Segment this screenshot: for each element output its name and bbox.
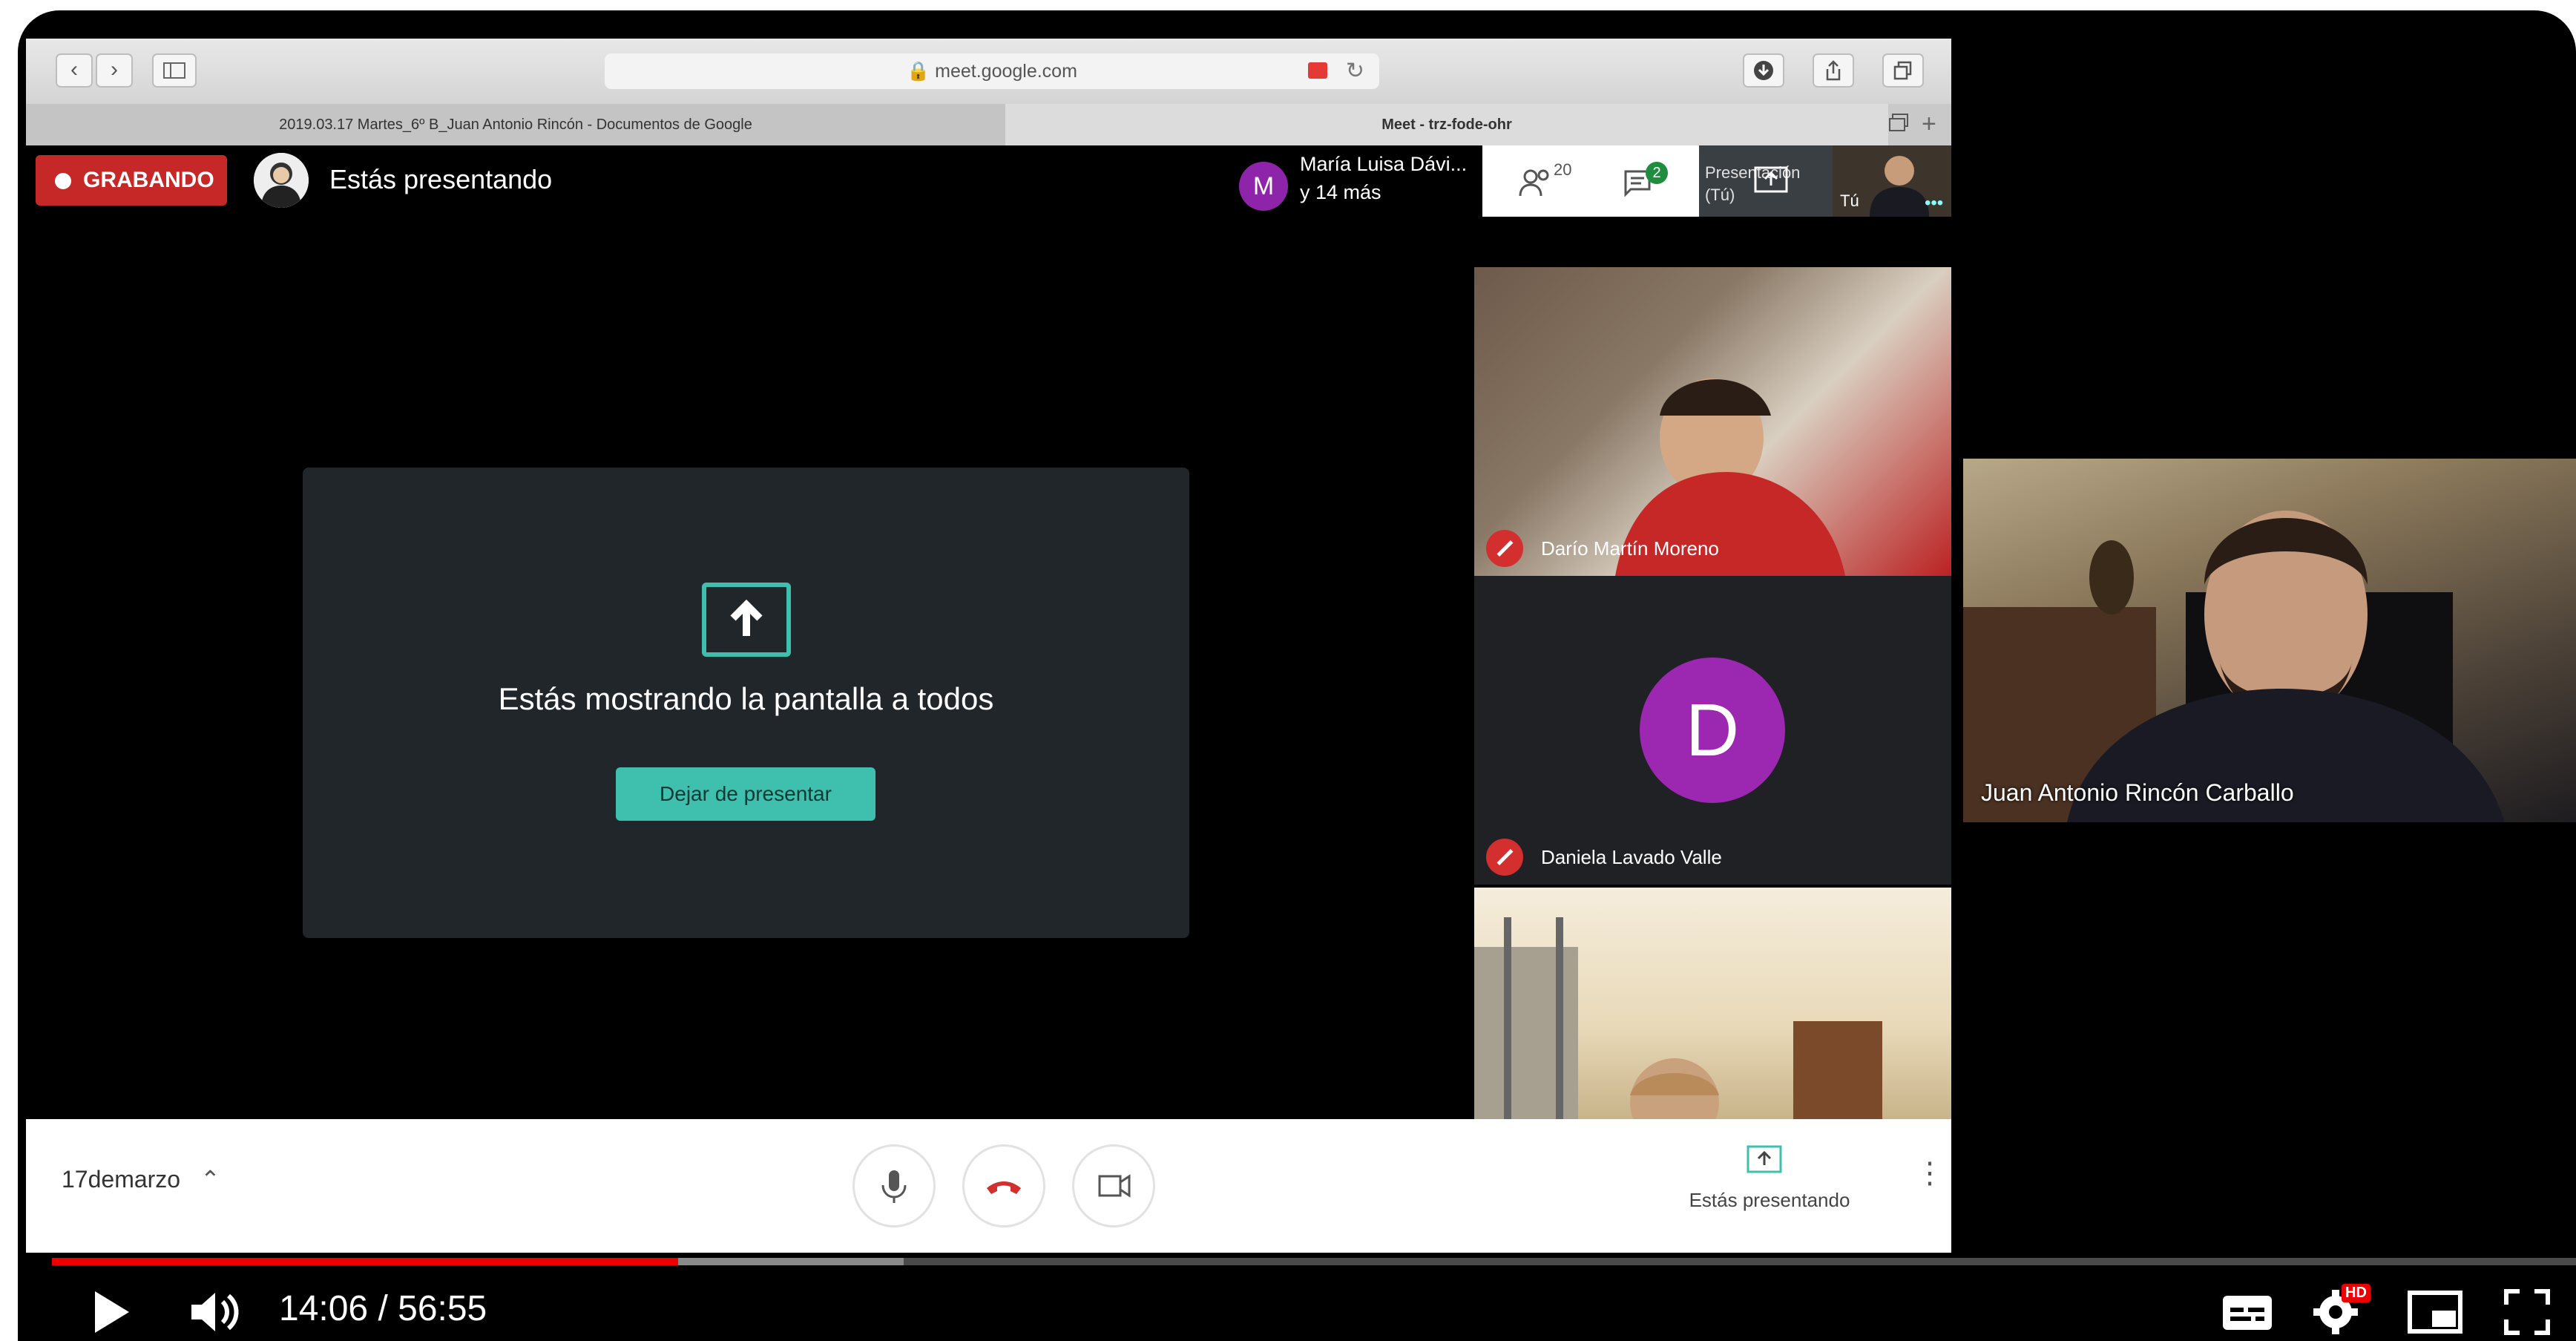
presenting-button-label: Estás presentando [1689, 1189, 1850, 1211]
back-icon[interactable]: ‹ [56, 53, 93, 88]
browser-toolbar: ‹ › 🔒 meet.google.com ↻ [26, 39, 1951, 104]
volume-icon [191, 1293, 239, 1331]
present-screen-icon [702, 583, 791, 657]
played-indicator [52, 1258, 678, 1265]
hang-up-icon [987, 1181, 1021, 1194]
participant-name: María Luisa Dávi... [1300, 153, 1468, 175]
miniplayer-button[interactable] [2407, 1288, 2463, 1336]
muted-mic-icon [1486, 839, 1523, 876]
play-button[interactable] [89, 1288, 134, 1336]
meet-bottom-bar: 17demarzo ⌃ Estás presentando ⋮ [26, 1119, 1951, 1253]
presenting-card: Estás mostrando la pantalla a todos Deja… [303, 468, 1189, 938]
avatar: D [1640, 658, 1785, 803]
play-icon [95, 1291, 129, 1333]
camera-icon [1098, 1174, 1131, 1198]
sidebar-icon[interactable] [152, 53, 197, 88]
presenting-label: Estás presentando [329, 164, 553, 194]
chat-badge: 2 [1646, 162, 1668, 184]
tab-group-icon[interactable] [1888, 113, 1910, 132]
presentation-tile[interactable]: Presentación (Tú) [1699, 145, 1833, 217]
address-bar[interactable]: 🔒 meet.google.com ↻ [605, 53, 1379, 89]
presenting-button[interactable]: Estás presentando [1643, 1144, 1896, 1226]
fullscreen-button[interactable] [2503, 1288, 2551, 1336]
hang-up-button[interactable] [962, 1144, 1045, 1227]
meet-window: GRABANDO Estás presentando M María Luisa… [26, 145, 1951, 1253]
forward-icon[interactable]: › [96, 53, 133, 88]
fullscreen-icon [2504, 1289, 2550, 1335]
avatar: M [1239, 162, 1288, 211]
camera-button[interactable] [1072, 1144, 1155, 1227]
present-screen-icon [1747, 1145, 1782, 1173]
present-screen-icon [1754, 166, 1788, 193]
tab-docs[interactable]: 2019.03.17 Martes_6º B_Juan Antonio Rinc… [26, 104, 1005, 145]
participant-video [1474, 917, 1882, 1119]
subtitles-icon [2223, 1296, 2272, 1330]
settings-button[interactable]: HD [2313, 1284, 2373, 1336]
muted-mic-icon [1486, 530, 1523, 567]
download-icon[interactable] [1743, 53, 1784, 88]
avatar [254, 153, 309, 208]
meeting-name: 17demarzo [62, 1166, 181, 1193]
presenting-message: Estás mostrando la pantalla a todos [498, 681, 994, 716]
reload-icon[interactable]: ↻ [1346, 53, 1364, 89]
tab-bar: 2019.03.17 Martes_6º B_Juan Antonio Rinc… [26, 104, 1951, 145]
url-text: meet.google.com [935, 61, 1077, 82]
time-display: 14:06 / 56:55 [279, 1289, 487, 1328]
miniplayer-icon [2408, 1291, 2462, 1334]
self-tile-label: Tú [1840, 191, 1859, 210]
recording-badge: GRABANDO [36, 155, 227, 206]
more-vert-icon[interactable]: ⋮ [1915, 1158, 1945, 1188]
subtitles-button[interactable] [2221, 1291, 2273, 1333]
presenter-name: Juan Antonio Rincón Carballo [1981, 779, 2294, 806]
lock-icon: 🔒 [907, 61, 936, 82]
video-progress-bar[interactable] [52, 1258, 2576, 1265]
cast-icon[interactable] [1308, 62, 1327, 79]
people-count: 20 [1554, 160, 1572, 179]
meet-toolbar: 20 2 [1482, 145, 1699, 217]
participant-tile[interactable]: D Daniela Lavado Valle [1474, 576, 1951, 885]
chat-button[interactable]: 2 [1623, 162, 1675, 203]
recording-label: GRABANDO [83, 168, 214, 192]
participant-name: Darío Martín Moreno [1541, 537, 1719, 560]
microphone-icon [881, 1170, 907, 1203]
more-options-icon[interactable]: ••• [1925, 193, 1943, 214]
participant-tile[interactable]: Darío Martín Moreno [1474, 267, 1951, 576]
share-icon[interactable] [1813, 53, 1854, 88]
chevron-up-icon: ⌃ [200, 1166, 220, 1193]
tab-meet[interactable]: Meet - trz-fode-ohr [1005, 104, 1888, 145]
stop-presenting-button[interactable]: Dejar de presentar [616, 767, 875, 821]
participant-more: y 14 más [1300, 181, 1381, 203]
self-tile[interactable]: Tú ••• [1833, 145, 1951, 217]
volume-button[interactable] [188, 1288, 248, 1336]
tabs-overview-icon[interactable] [1882, 53, 1924, 88]
participant-name: Daniela Lavado Valle [1541, 846, 1722, 868]
hd-badge: HD [2342, 1284, 2370, 1302]
people-button[interactable]: 20 [1518, 160, 1585, 202]
participant-tile[interactable] [1474, 888, 1951, 1119]
presenter-video [1963, 511, 2505, 822]
participants-summary[interactable]: M María Luisa Dávi... y 14 más [1230, 145, 1482, 217]
recording-dot-icon [55, 173, 71, 189]
presenter-camera: Juan Antonio Rincón Carballo [1963, 459, 2576, 822]
microphone-button[interactable] [852, 1144, 936, 1227]
meeting-details[interactable]: 17demarzo ⌃ [62, 1165, 220, 1193]
new-tab-icon[interactable]: + [1922, 110, 1936, 139]
video-player[interactable]: ‹ › 🔒 meet.google.com ↻ 2019.03.17 Marte… [18, 10, 2576, 1341]
browser-chrome: ‹ › 🔒 meet.google.com ↻ 2019.03.17 Marte… [26, 39, 1951, 145]
